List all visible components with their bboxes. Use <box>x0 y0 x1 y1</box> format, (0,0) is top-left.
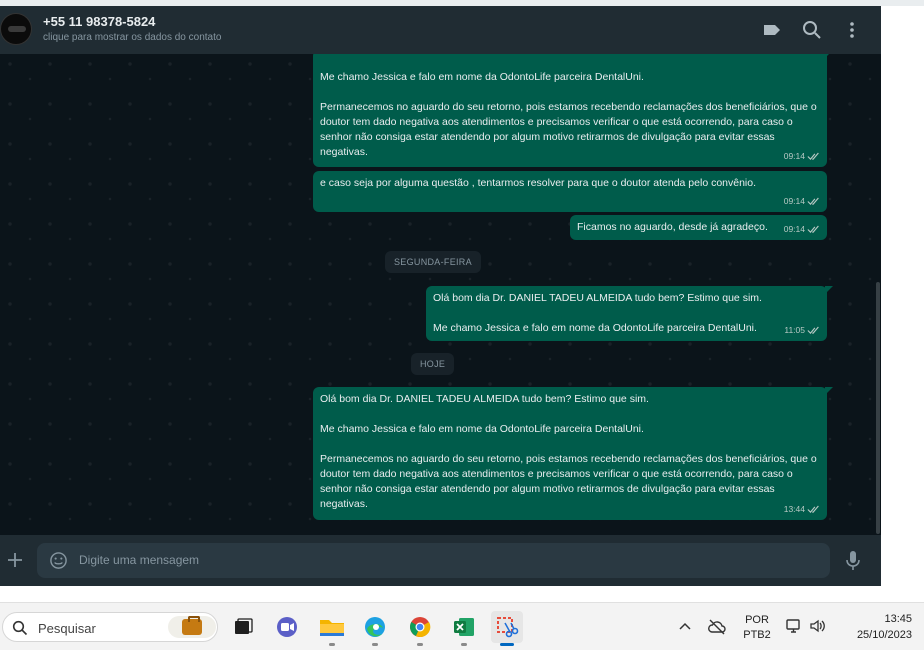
system-clock[interactable]: 13:45 25/10/2023 <box>838 611 912 643</box>
emoji-icon[interactable] <box>49 551 68 570</box>
clock-time: 13:45 <box>884 613 912 625</box>
message-text: e caso seja por alguma questão , tentarm… <box>320 177 757 189</box>
message-text: Olá bom dia Dr. DANIEL TADEU ALMEIDA tud… <box>320 393 817 510</box>
folder-icon <box>320 620 344 636</box>
message-bubble[interactable]: Ficamos no aguardo, desde já agradeço. 0… <box>570 215 827 240</box>
snipping-tool-button[interactable] <box>491 611 523 646</box>
chat-camera-icon <box>277 617 297 637</box>
running-indicator <box>461 643 467 646</box>
running-indicator <box>417 643 423 646</box>
contact-avatar[interactable] <box>0 13 32 45</box>
message-meta: 11:05 <box>784 323 821 338</box>
bubble-tail <box>825 286 833 294</box>
bubble-tail <box>825 54 833 58</box>
edge-button[interactable] <box>359 611 391 646</box>
chat-scrollbar[interactable] <box>876 282 880 534</box>
keyboard-layout: PTB2 <box>743 629 771 641</box>
double-check-icon <box>807 152 819 160</box>
contact-subtitle[interactable]: clique para mostrar os dados do contato <box>43 32 221 43</box>
teams-chat-button[interactable] <box>271 611 303 643</box>
file-explorer-button[interactable] <box>316 611 348 646</box>
contact-name[interactable]: +55 11 98378-5824 <box>43 14 155 29</box>
label-icon[interactable] <box>760 18 784 42</box>
briefcase-icon <box>182 616 202 635</box>
search-icon[interactable] <box>800 18 824 42</box>
active-indicator <box>500 643 514 646</box>
message-time: 11:05 <box>784 325 805 335</box>
network-icon[interactable] <box>785 617 803 635</box>
attach-plus-icon[interactable] <box>6 551 24 569</box>
cloud-offline-icon[interactable] <box>707 617 727 637</box>
window-right-margin <box>881 6 924 602</box>
message-bubble[interactable]: Me chamo Jessica e falo em nome da Odont… <box>313 54 833 167</box>
task-view-icon <box>235 618 253 634</box>
language-code: POR <box>745 614 769 626</box>
message-text: Olá bom dia Dr. DANIEL TADEU ALMEIDA tud… <box>433 292 762 334</box>
double-check-icon <box>807 326 819 334</box>
snipping-tool-icon <box>497 617 519 638</box>
message-time: 09:14 <box>783 151 805 161</box>
chat-header: +55 11 98378-5824 clique para mostrar os… <box>0 6 881 54</box>
message-input-placeholder: Digite uma mensagem <box>79 553 200 567</box>
double-check-icon <box>807 225 819 233</box>
message-composer: Digite uma mensagem <box>0 535 881 586</box>
message-meta: 09:14 <box>784 194 821 209</box>
chevron-up-icon[interactable] <box>678 620 692 634</box>
bubble-tail <box>825 387 833 395</box>
app-root: +55 11 98378-5824 clique para mostrar os… <box>0 0 924 650</box>
message-time: 13:44 <box>783 504 805 514</box>
double-check-icon <box>807 505 819 513</box>
message-input[interactable]: Digite uma mensagem <box>37 543 830 578</box>
windows-taskbar: Pesquisar POR PTB2 13:45 25/10/2023 <box>0 602 924 650</box>
volume-icon[interactable] <box>808 617 826 635</box>
running-indicator <box>329 643 335 646</box>
date-separator: HOJE <box>411 353 455 375</box>
message-bubble[interactable]: Olá bom dia Dr. DANIEL TADEU ALMEIDA tud… <box>313 387 833 520</box>
message-meta: 09:14 <box>784 222 821 237</box>
date-separator: SEGUNDA-FEIRA <box>385 251 481 273</box>
message-time: 09:14 <box>783 224 805 234</box>
message-text: Me chamo Jessica e falo em nome da Odont… <box>320 71 817 158</box>
message-text: Ficamos no aguardo, desde já agradeço. <box>577 221 768 233</box>
taskbar-search[interactable]: Pesquisar <box>2 612 218 642</box>
chrome-button[interactable] <box>404 611 436 646</box>
edge-icon <box>365 617 385 637</box>
message-bubble[interactable]: Olá bom dia Dr. DANIEL TADEU ALMEIDA tud… <box>426 286 833 341</box>
chrome-icon <box>410 617 431 637</box>
excel-button[interactable] <box>448 611 480 646</box>
avatar-logo <box>8 26 26 32</box>
clock-date: 25/10/2023 <box>856 629 912 641</box>
message-meta: 13:44 <box>784 502 821 517</box>
menu-dots-icon[interactable] <box>840 18 864 42</box>
microphone-icon[interactable] <box>844 550 862 572</box>
double-check-icon <box>807 197 819 205</box>
excel-icon <box>454 618 474 636</box>
window-bottom-strip <box>0 586 881 602</box>
conversation-panel[interactable]: Me chamo Jessica e falo em nome da Odont… <box>0 54 881 535</box>
search-highlight-badge[interactable] <box>168 616 216 638</box>
search-icon <box>12 620 28 636</box>
language-indicator[interactable]: POR PTB2 <box>741 613 773 643</box>
task-view-button[interactable] <box>227 611 259 643</box>
message-meta: 09:14 <box>784 149 821 164</box>
message-time: 09:14 <box>783 196 805 206</box>
taskbar-search-placeholder: Pesquisar <box>38 621 96 636</box>
running-indicator <box>372 643 378 646</box>
message-bubble[interactable]: e caso seja por alguma questão , tentarm… <box>313 171 827 212</box>
